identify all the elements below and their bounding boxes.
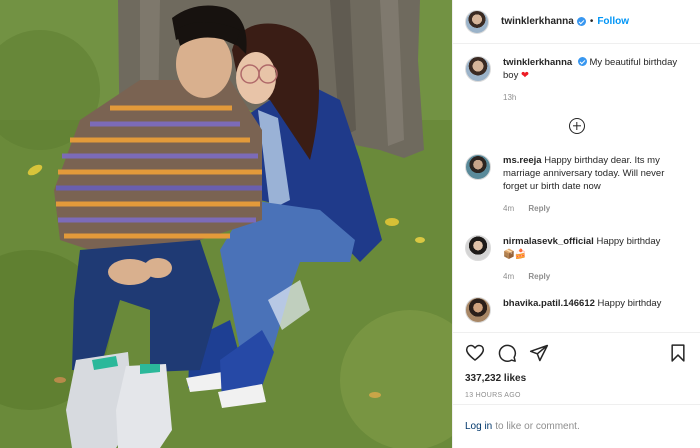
bookmark-icon[interactable] xyxy=(668,343,688,363)
caption-avatar[interactable] xyxy=(465,56,491,82)
comment-emoji: 📦🍰 xyxy=(503,249,527,260)
author-avatar[interactable] xyxy=(465,9,489,34)
caption: twinklerkhanna My beautiful birthday boy… xyxy=(465,56,688,104)
post-photo[interactable] xyxy=(0,0,452,448)
caption-time[interactable]: 13h xyxy=(503,93,516,102)
plus-circle-icon[interactable] xyxy=(568,118,585,134)
follow-button[interactable]: Follow xyxy=(597,16,629,27)
post-header: twinklerkhanna • Follow xyxy=(453,0,700,44)
commenter-username[interactable]: ms.reeja xyxy=(503,155,542,166)
likes-count[interactable]: 337,232 likes xyxy=(465,373,688,384)
comment-text: Happy birthday xyxy=(596,236,661,247)
commenter-avatar[interactable] xyxy=(465,154,491,180)
commenter-username[interactable]: bhavika.patil.146612 xyxy=(503,298,595,309)
comment-item: ms.reeja Happy birthday dear. Its my mar… xyxy=(465,154,688,215)
reply-button[interactable]: Reply xyxy=(528,204,550,213)
comment-time[interactable]: 4m xyxy=(503,204,514,213)
post-actions: 337,232 likes 13 HOURS AGO xyxy=(453,332,700,404)
verified-badge-icon xyxy=(577,57,587,66)
load-more-comments[interactable] xyxy=(465,118,688,134)
commenter-avatar[interactable] xyxy=(465,297,491,323)
separator-dot: • xyxy=(589,16,594,27)
heart-icon[interactable] xyxy=(465,343,485,363)
author-username[interactable]: twinklerkhanna xyxy=(501,16,574,27)
login-link[interactable]: Log in xyxy=(465,421,492,432)
verified-badge-icon xyxy=(576,17,586,26)
comment-text: Happy birthday xyxy=(597,298,662,309)
post-sidebar: twinklerkhanna • Follow twinklerkhanna M… xyxy=(452,0,700,448)
commenter-avatar[interactable] xyxy=(465,235,491,261)
photo-illustration xyxy=(0,0,452,448)
post-timestamp[interactable]: 13 HOURS AGO xyxy=(465,392,688,399)
reply-button[interactable]: Reply xyxy=(528,272,550,281)
action-icons xyxy=(465,333,688,373)
red-heart-emoji: ❤ xyxy=(520,70,529,81)
comment-item: nirmalasevk_official Happy birthday 📦🍰 4… xyxy=(465,235,688,283)
commenter-username[interactable]: nirmalasevk_official xyxy=(503,236,594,247)
caption-username[interactable]: twinklerkhanna xyxy=(503,57,572,68)
comment-time[interactable]: 4m xyxy=(503,272,514,281)
comment-icon[interactable] xyxy=(497,343,517,363)
post-dialog: twinklerkhanna • Follow twinklerkhanna M… xyxy=(0,0,700,448)
share-icon[interactable] xyxy=(529,343,549,363)
comments-list[interactable]: twinklerkhanna My beautiful birthday boy… xyxy=(453,44,700,332)
login-prompt: Log in to like or comment. xyxy=(453,404,700,448)
login-suffix: to like or comment. xyxy=(495,421,580,432)
comment-item: bhavika.patil.146612 Happy birthday xyxy=(465,297,688,323)
